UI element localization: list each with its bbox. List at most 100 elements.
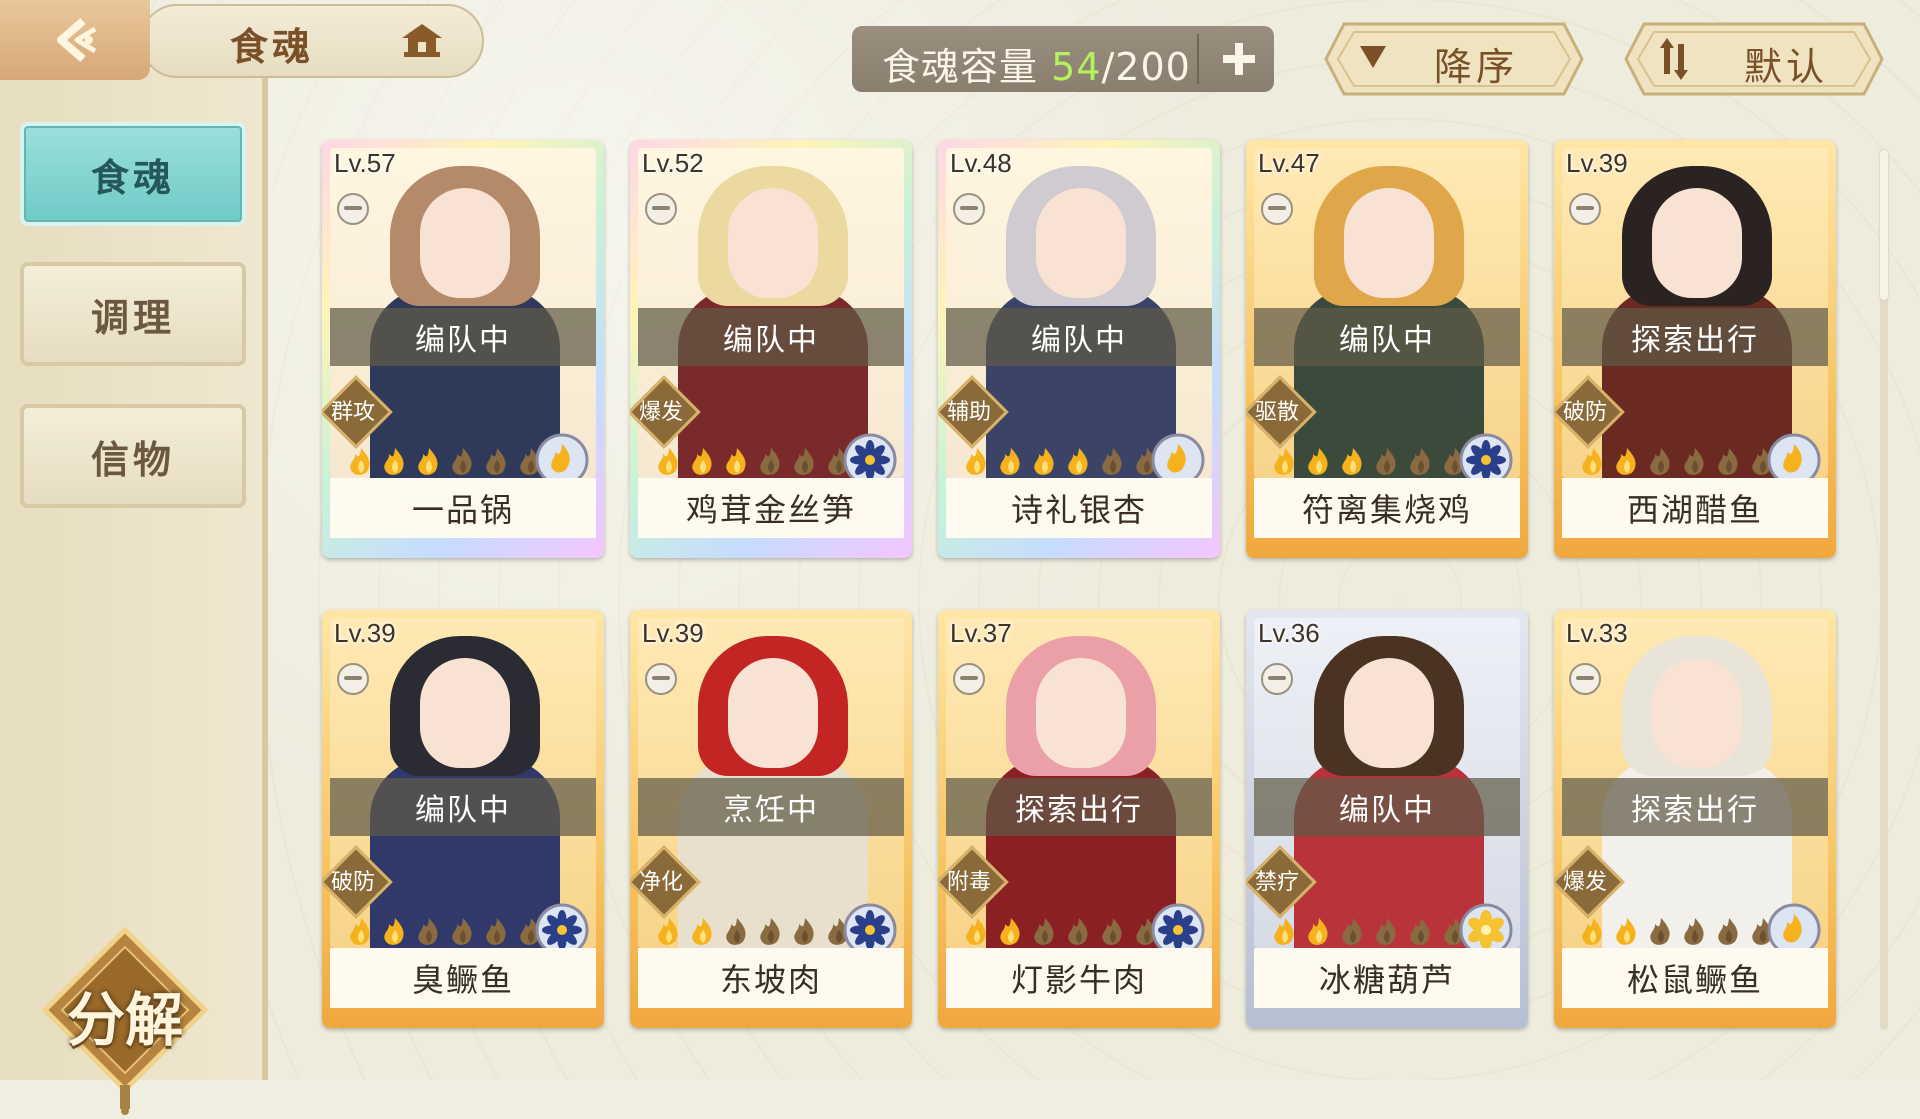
- star-flame-empty-icon: [448, 446, 478, 482]
- expand-capacity-button[interactable]: [1212, 32, 1266, 86]
- role-label: 破防: [1562, 400, 1607, 425]
- bowl-icon: [952, 192, 986, 230]
- star-rating: [962, 446, 1162, 482]
- food-soul-card[interactable]: Lv.37 探索出行 附毒 灯影牛肉: [938, 610, 1220, 1028]
- capacity-box: 食魂容量 54/200: [852, 26, 1274, 92]
- food-soul-card[interactable]: Lv.39 探索出行 破防 西湖醋鱼: [1554, 140, 1836, 558]
- status-bar: 编队中: [330, 308, 596, 366]
- bowl-icon: [336, 192, 370, 230]
- decompose-button[interactable]: 分解: [40, 925, 210, 1115]
- star-flame-lit-icon: [654, 446, 684, 482]
- capacity-max: /200: [1101, 45, 1191, 89]
- star-flame-empty-icon: [722, 916, 752, 952]
- star-flame-empty-icon: [1098, 916, 1128, 952]
- sort-mode-button[interactable]: 默认: [1624, 22, 1884, 96]
- tab-cooking[interactable]: 调理: [20, 262, 246, 366]
- star-rating: [962, 916, 1162, 952]
- tab-food-souls[interactable]: 食魂: [20, 122, 246, 226]
- plus-icon: [1223, 43, 1255, 75]
- food-soul-card[interactable]: Lv.52 编队中 爆发 鸡茸金丝笋: [630, 140, 912, 558]
- star-flame-lit-icon: [688, 446, 718, 482]
- star-flame-lit-icon: [996, 916, 1026, 952]
- star-flame-lit-icon: [1270, 446, 1300, 482]
- star-rating: [1578, 446, 1778, 482]
- portrait-face: [728, 188, 818, 298]
- food-soul-card[interactable]: Lv.47 编队中 驱散 符离集烧鸡: [1246, 140, 1528, 558]
- capacity-current: 54: [1051, 45, 1102, 89]
- food-soul-name: 松鼠鳜鱼: [1562, 948, 1828, 1008]
- food-soul-card[interactable]: Lv.48 编队中 辅助 诗礼银杏: [938, 140, 1220, 558]
- role-badge: 爆发: [1554, 845, 1625, 919]
- food-soul-card[interactable]: Lv.36 编队中 禁疗 冰糖葫芦: [1246, 610, 1528, 1028]
- role-badge: 破防: [322, 845, 393, 919]
- star-flame-lit-icon: [962, 446, 992, 482]
- house-icon[interactable]: [400, 20, 444, 64]
- food-soul-card[interactable]: Lv.33 探索出行 爆发 松鼠鳜鱼: [1554, 610, 1836, 1028]
- star-flame-lit-icon: [1612, 916, 1642, 952]
- food-soul-name: 一品锅: [330, 478, 596, 538]
- capacity-readout: 食魂容量 54/200: [882, 36, 1191, 91]
- role-label: 附毒: [946, 870, 991, 895]
- star-flame-lit-icon: [414, 446, 444, 482]
- star-flame-empty-icon: [448, 916, 478, 952]
- star-flame-empty-icon: [1098, 446, 1128, 482]
- role-label: 爆发: [638, 400, 683, 425]
- scroll-thumb[interactable]: [1880, 150, 1888, 300]
- page-title: 食魂: [230, 25, 315, 69]
- sort-mode-label: 默认: [1744, 45, 1829, 89]
- food-soul-card[interactable]: Lv.39 编队中 破防 臭鳜鱼: [322, 610, 604, 1028]
- star-flame-lit-icon: [380, 446, 410, 482]
- role-badge: 群攻: [322, 375, 393, 449]
- star-flame-lit-icon: [1304, 446, 1334, 482]
- star-flame-lit-icon: [1612, 446, 1642, 482]
- portrait-face: [1344, 188, 1434, 298]
- tab-tokens[interactable]: 信物: [20, 404, 246, 508]
- star-flame-empty-icon: [1406, 916, 1436, 952]
- level-label: Lv.57: [334, 148, 396, 178]
- sort-order-button[interactable]: 降序: [1324, 22, 1584, 96]
- star-flame-lit-icon: [346, 916, 376, 952]
- bowl-icon: [1260, 662, 1294, 700]
- star-flame-lit-icon: [1304, 916, 1334, 952]
- star-flame-empty-icon: [790, 916, 820, 952]
- star-flame-lit-icon: [654, 916, 684, 952]
- portrait-face: [1652, 188, 1742, 298]
- bowl-icon: [644, 662, 678, 700]
- star-flame-empty-icon: [1372, 446, 1402, 482]
- role-badge: 驱散: [1246, 375, 1317, 449]
- star-flame-lit-icon: [996, 446, 1026, 482]
- level-label: Lv.48: [950, 148, 1012, 178]
- back-arrow-icon: [57, 17, 97, 63]
- bowl-icon: [336, 662, 370, 700]
- role-label: 净化: [638, 870, 683, 895]
- food-soul-card[interactable]: Lv.39 烹饪中 净化 东坡肉: [630, 610, 912, 1028]
- portrait-face: [420, 658, 510, 768]
- star-flame-lit-icon: [1064, 446, 1094, 482]
- food-soul-card[interactable]: Lv.57 编队中 群攻 一品锅: [322, 140, 604, 558]
- role-label: 爆发: [1562, 870, 1607, 895]
- food-soul-name: 鸡茸金丝笋: [638, 478, 904, 538]
- level-label: Lv.39: [642, 618, 704, 648]
- food-soul-name: 西湖醋鱼: [1562, 478, 1828, 538]
- star-flame-lit-icon: [688, 916, 718, 952]
- portrait-face: [1036, 188, 1126, 298]
- back-button[interactable]: [0, 0, 150, 80]
- level-label: Lv.47: [1258, 148, 1320, 178]
- star-flame-empty-icon: [1680, 446, 1710, 482]
- level-label: Lv.33: [1566, 618, 1628, 648]
- bowl-icon: [644, 192, 678, 230]
- star-flame-empty-icon: [1406, 446, 1436, 482]
- star-rating: [1270, 916, 1470, 952]
- star-flame-empty-icon: [790, 446, 820, 482]
- level-label: Lv.52: [642, 148, 704, 178]
- decompose-label: 分解: [66, 986, 183, 1054]
- role-badge: 附毒: [938, 845, 1009, 919]
- star-rating: [346, 916, 546, 952]
- portrait-face: [728, 658, 818, 768]
- role-badge: 净化: [630, 845, 701, 919]
- star-flame-empty-icon: [1680, 916, 1710, 952]
- bowl-icon: [1260, 192, 1294, 230]
- role-label: 破防: [330, 870, 375, 895]
- star-flame-empty-icon: [1714, 916, 1744, 952]
- food-soul-name: 符离集烧鸡: [1254, 478, 1520, 538]
